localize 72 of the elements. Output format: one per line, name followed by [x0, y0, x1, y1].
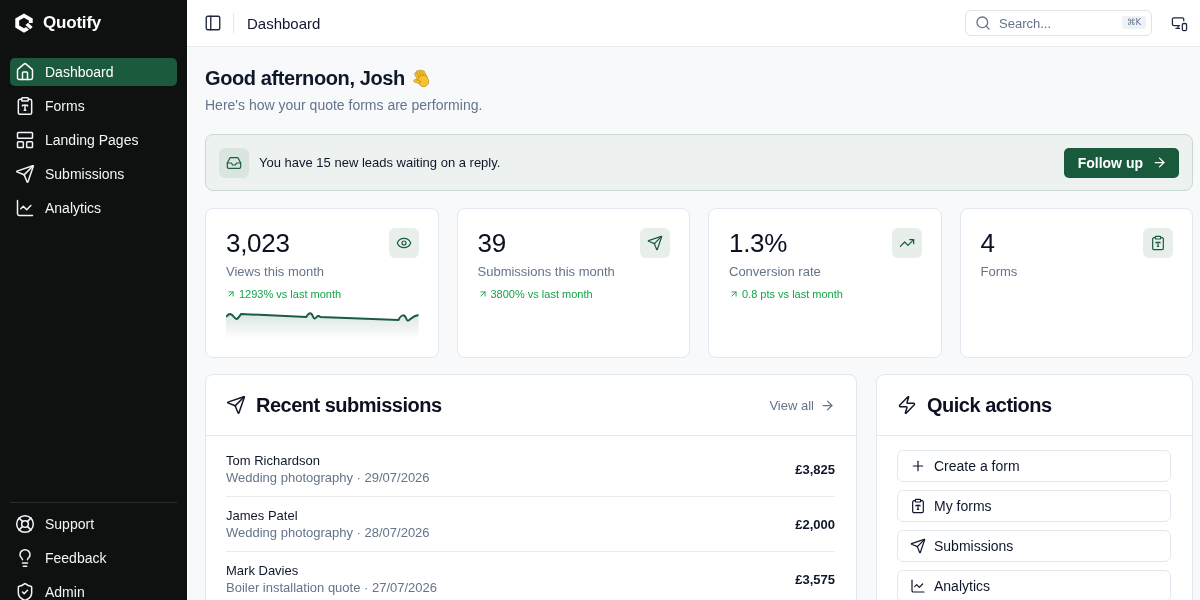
nav-item[interactable]: Admin	[10, 578, 177, 600]
eye-icon	[388, 228, 419, 258]
devices-button[interactable]	[1171, 14, 1188, 32]
submission-amount: £2,000	[795, 516, 835, 532]
quick-action-button[interactable]: My forms	[897, 490, 1171, 522]
stat-value: 1.3%	[729, 228, 788, 258]
greeting-subtitle: Here's how your quote forms are performing.	[205, 96, 484, 115]
plus-icon	[910, 458, 926, 474]
line-chart-icon	[15, 198, 35, 218]
submission-detail: Wedding photography · 29/07/2026	[226, 469, 430, 486]
clipboard-icon	[1143, 228, 1173, 258]
alert-message: You have 15 new leads waiting on a reply.	[259, 155, 501, 170]
stat-label: Submissions this month	[477, 263, 616, 281]
house-icon	[15, 62, 35, 82]
stat-trend: 3800% vs last month	[490, 287, 593, 301]
sidebar-toggle-button[interactable]	[204, 14, 222, 32]
trend-arrow-icon	[729, 289, 739, 299]
submission-amount: £3,825	[795, 461, 835, 477]
paper-plane-icon	[15, 164, 35, 184]
arrow-right-icon	[820, 397, 835, 413]
waving-hand-icon	[410, 67, 432, 89]
nav-item[interactable]: Analytics	[10, 194, 177, 222]
quick-action-button[interactable]: Submissions	[897, 530, 1171, 562]
devices-icon	[1171, 14, 1188, 32]
stat-label: Views this month	[226, 263, 326, 281]
panel-icon	[204, 14, 222, 32]
trend-up-icon	[891, 228, 922, 258]
stat-value: 39	[477, 228, 506, 258]
stat-value: 4	[980, 228, 995, 258]
submitter-name: Mark Davies	[226, 562, 300, 579]
inbox-icon	[219, 147, 249, 178]
card-title: Quick actions	[927, 393, 1052, 417]
nav-item[interactable]: Dashboard	[10, 58, 177, 86]
greeting-heading: Good afternoon, Josh	[205, 66, 405, 91]
trend-arrow-icon	[477, 289, 488, 299]
page-title: Dashboard	[247, 14, 321, 32]
submission-detail: Wedding photography · 28/07/2026	[226, 524, 430, 541]
shield-check-icon	[15, 582, 35, 600]
lightning-icon	[897, 395, 917, 415]
layout-icon	[15, 130, 35, 150]
stat-trend: 1293% vs last month	[239, 287, 342, 301]
quick-action-button[interactable]: Create a form	[897, 450, 1171, 482]
nav-item[interactable]: Forms	[10, 92, 177, 120]
quick-action-button[interactable]: Analytics	[897, 570, 1171, 600]
card-title: Recent submissions	[256, 393, 442, 417]
keyboard-shortcut: ⌘K	[1121, 16, 1146, 29]
logo-icon	[13, 11, 35, 34]
stat-value: 3,023	[226, 228, 290, 258]
follow-up-button[interactable]: Follow up	[1063, 147, 1179, 178]
paper-plane-icon	[226, 395, 246, 415]
stat-label: Conversion rate	[729, 263, 822, 281]
clipboard-icon	[910, 498, 926, 514]
brand-name: Quotify	[43, 12, 102, 33]
stat-trend: 0.8 pts vs last month	[742, 287, 843, 301]
nav-item[interactable]: Submissions	[10, 160, 177, 188]
arrow-right-icon	[1152, 155, 1167, 170]
line-chart-icon	[910, 578, 926, 594]
nav-item[interactable]: Support	[10, 510, 177, 538]
search-icon	[975, 15, 991, 31]
submission-detail: Boiler installation quote · 27/07/2026	[226, 579, 438, 596]
lifebuoy-icon	[15, 514, 35, 534]
trend-arrow-icon	[226, 289, 236, 299]
nav-item[interactable]: Landing Pages	[10, 126, 177, 154]
view-all-link[interactable]: View all	[769, 397, 835, 413]
submitter-name: James Patel	[226, 507, 299, 524]
nav-item[interactable]: Feedback	[10, 544, 177, 572]
paper-plane-icon	[640, 228, 670, 258]
stat-label: Forms	[980, 263, 1019, 281]
paper-plane-icon	[910, 538, 926, 554]
submitter-name: Tom Richardson	[226, 452, 321, 469]
clipboard-icon	[15, 96, 35, 116]
submission-amount: £3,575	[795, 571, 835, 587]
